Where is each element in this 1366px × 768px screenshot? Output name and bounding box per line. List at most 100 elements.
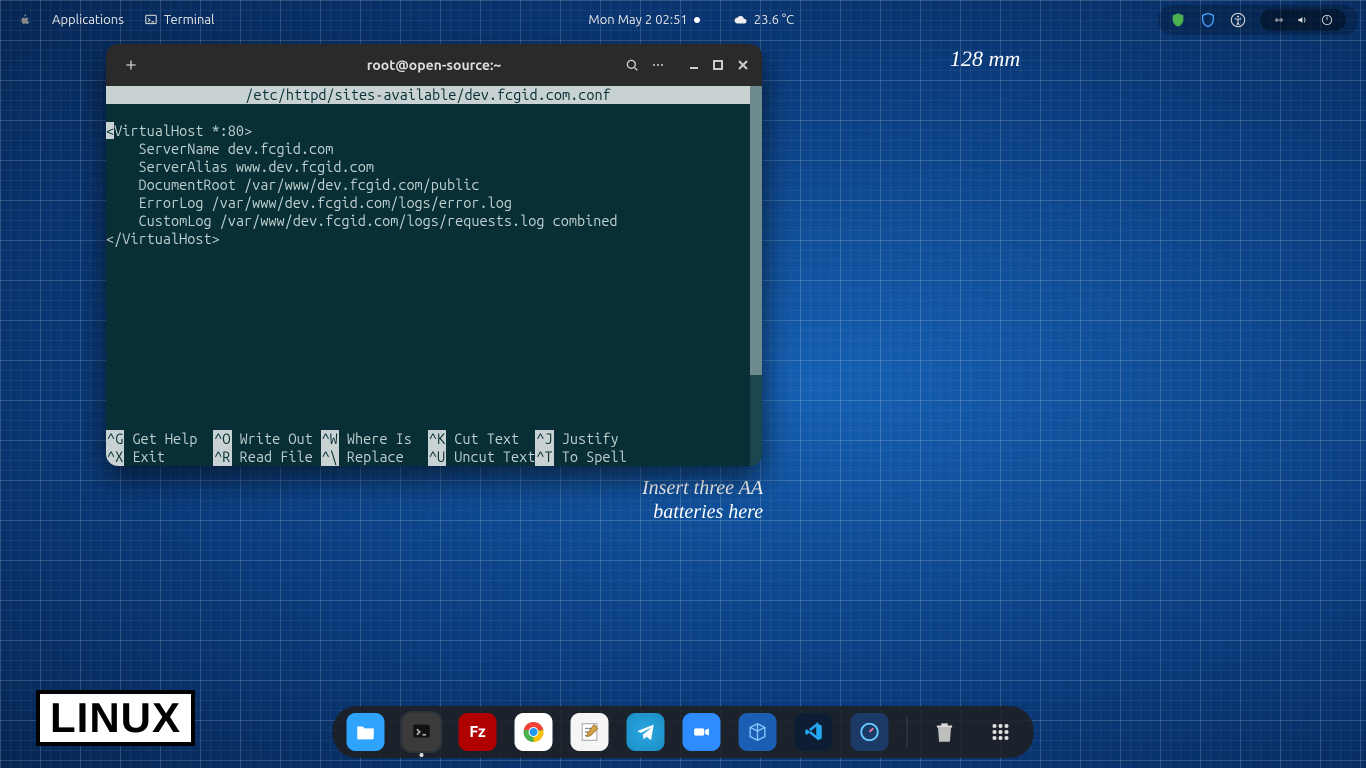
nano-label: Write Out	[232, 430, 313, 448]
dock-trash[interactable]	[926, 713, 964, 751]
nano-shortcut: ^X Exit	[106, 448, 213, 466]
running-indicator-icon	[420, 753, 424, 757]
nano-key: ^J	[535, 430, 553, 448]
vscode-icon	[803, 721, 825, 743]
applications-menu[interactable]: Applications	[42, 13, 134, 27]
menu-button[interactable]	[648, 50, 668, 80]
nano-key: ^T	[535, 448, 553, 466]
nano-shortcut: ^K Cut Text	[428, 430, 536, 448]
dock-filezilla[interactable]: Fz	[459, 713, 497, 751]
nano-key: ^W	[321, 430, 339, 448]
dock: Fz	[333, 706, 1034, 758]
nano-key: ^K	[428, 430, 446, 448]
terminal-icon	[144, 13, 158, 27]
wallpaper-battery-label: Insert three AA batteries here	[642, 476, 763, 524]
nano-label: Where Is	[339, 430, 412, 448]
nano-menu: ^G Get Help^O Write Out^W Where Is^K Cut…	[106, 430, 750, 466]
filezilla-icon: Fz	[469, 723, 486, 741]
shield-outline-icon	[1200, 12, 1216, 28]
dock-virtualbox[interactable]	[739, 713, 777, 751]
weather-indicator[interactable]: 23.6 °C	[724, 13, 804, 27]
dock-vscode[interactable]	[795, 713, 833, 751]
nano-shortcut: ^U Uncut Text	[428, 448, 536, 466]
running-app-label: Terminal	[164, 13, 215, 27]
terminal-app-icon	[411, 721, 433, 743]
shield-green-tray[interactable]	[1170, 12, 1186, 28]
window-titlebar[interactable]: root@open-source:~	[106, 44, 762, 86]
dock-chrome[interactable]	[515, 713, 553, 751]
nano-key: ^X	[106, 448, 124, 466]
nano-shortcut: ^G Get Help	[106, 430, 213, 448]
nano-key: ^\	[321, 448, 339, 466]
nano-label: Exit	[124, 448, 165, 466]
trash-icon	[932, 719, 958, 745]
maximize-button[interactable]	[709, 51, 727, 79]
new-tab-button[interactable]	[116, 50, 146, 80]
apple-menu[interactable]	[8, 13, 42, 27]
text-cursor: <	[106, 122, 114, 139]
cloud-icon	[734, 13, 748, 27]
weather-temp-label: 23.6 °C	[754, 13, 794, 27]
shield-icon	[1170, 12, 1186, 28]
nano-content[interactable]: <VirtualHost *:80> ServerName dev.fcgid.…	[106, 122, 750, 248]
dock-files[interactable]	[347, 713, 385, 751]
clock[interactable]: Mon May 2 02:51	[578, 13, 709, 27]
terminal-window[interactable]: root@open-source:~ /etc/httpd/sites-avai…	[106, 44, 762, 466]
notification-dot-icon	[694, 17, 700, 23]
terminal-body[interactable]: /etc/httpd/sites-available/dev.fcgid.com…	[106, 86, 762, 466]
nano-shortcut: ^W Where Is	[321, 430, 428, 448]
dock-text-editor[interactable]	[571, 713, 609, 751]
nano-shortcut	[643, 448, 750, 466]
dock-telegram[interactable]	[627, 713, 665, 751]
cube-icon	[747, 721, 769, 743]
top-bar: Applications Terminal Mon May 2 02:51 23…	[8, 8, 1358, 32]
applications-label: Applications	[52, 13, 124, 27]
nano-key: ^G	[106, 430, 124, 448]
system-tray	[1158, 5, 1358, 35]
apple-icon	[18, 13, 32, 27]
search-icon	[624, 57, 640, 73]
wallpaper-dimension-label: 128 mm	[950, 46, 1020, 72]
maximize-icon	[712, 59, 724, 71]
status-pill[interactable]	[1260, 9, 1346, 31]
nano-label: Read File	[232, 448, 313, 466]
network-icon	[1272, 13, 1286, 27]
apps-grid-icon	[989, 720, 1013, 744]
close-button[interactable]	[734, 51, 752, 79]
kebab-icon	[650, 57, 666, 73]
shield-blue-tray[interactable]	[1200, 12, 1216, 28]
dock-terminal[interactable]	[403, 713, 441, 751]
nano-label: Justify	[554, 430, 619, 448]
nano-shortcut: ^\ Replace	[321, 448, 428, 466]
telegram-icon	[635, 721, 657, 743]
nano-shortcut: ^O Write Out	[213, 430, 320, 448]
scrollbar-thumb[interactable]	[750, 86, 762, 375]
nano-label: Uncut Text	[446, 448, 535, 466]
camera-icon	[691, 721, 713, 743]
dock-zoom[interactable]	[683, 713, 721, 751]
nano-shortcut	[643, 430, 750, 448]
nano-label: To Spell	[554, 448, 627, 466]
linux-badge: LINUX	[36, 690, 195, 746]
folder-icon	[355, 721, 377, 743]
minimize-icon	[688, 59, 700, 71]
wallpaper-battery-l1: Insert three AA	[642, 477, 763, 499]
nano-shortcut: ^R Read File	[213, 448, 320, 466]
power-icon	[1320, 13, 1334, 27]
chrome-icon	[522, 720, 546, 744]
search-button[interactable]	[622, 50, 642, 80]
dock-corectrl[interactable]	[851, 713, 889, 751]
nano-titlebar: /etc/httpd/sites-available/dev.fcgid.com…	[106, 86, 750, 104]
dock-separator	[907, 716, 908, 748]
wallpaper-battery-l2: batteries here	[653, 501, 763, 523]
nano-key: ^O	[213, 430, 231, 448]
accessibility-tray[interactable]	[1230, 12, 1246, 28]
dock-apps-grid[interactable]	[982, 713, 1020, 751]
nano-label: Replace	[339, 448, 404, 466]
file-content: VirtualHost *:80> ServerName dev.fcgid.c…	[106, 122, 618, 247]
close-icon	[737, 59, 749, 71]
volume-icon	[1296, 13, 1310, 27]
running-app-indicator[interactable]: Terminal	[134, 13, 225, 27]
minimize-button[interactable]	[685, 51, 703, 79]
datetime-label: Mon May 2 02:51	[588, 13, 687, 27]
